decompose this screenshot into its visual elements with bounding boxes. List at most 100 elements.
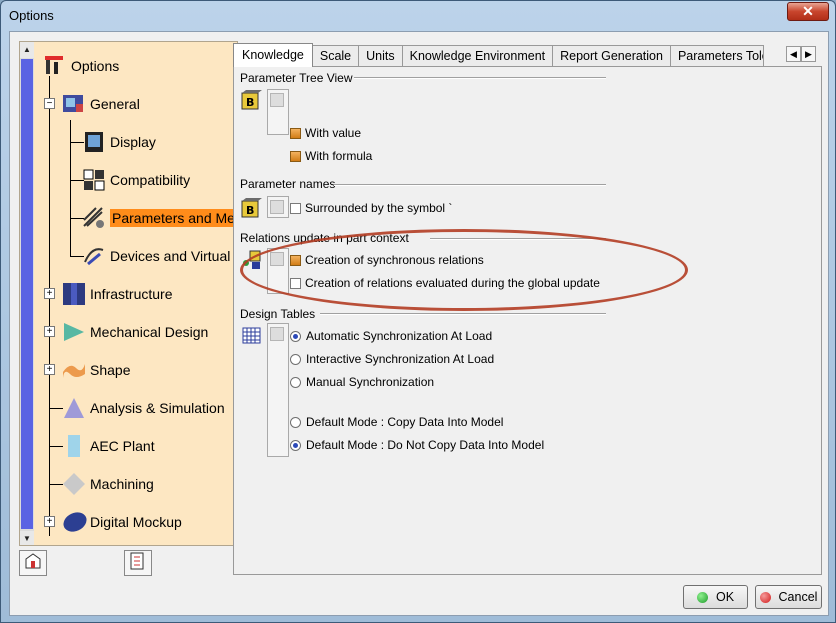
display-icon <box>82 130 106 154</box>
options-tree: ▲ ▼ Options − General Display Compatibil… <box>19 41 238 546</box>
aec-plant-icon <box>62 434 86 458</box>
scroll-up-icon[interactable]: ▲ <box>20 42 34 58</box>
tree-label-analysis: Analysis & Simulation <box>90 400 225 416</box>
tree-item-infrastructure[interactable]: Infrastructure <box>62 282 172 306</box>
compatibility-icon <box>82 168 106 192</box>
tree-settings-button[interactable] <box>124 550 152 576</box>
option-surrounded-symbol[interactable]: Surrounded by the symbol ` <box>290 199 452 217</box>
tab-knowledge[interactable]: Knowledge <box>233 43 313 67</box>
design-table-icon <box>241 325 263 347</box>
option-auto-sync[interactable]: Automatic Synchronization At Load <box>290 327 492 345</box>
svg-text:B: B <box>246 96 254 109</box>
cancel-label: Cancel <box>778 590 818 604</box>
tree-label-compatibility: Compatibility <box>110 172 191 188</box>
tree-root[interactable]: Options <box>43 54 119 78</box>
home-tree-icon <box>25 553 41 569</box>
scroll-down-icon[interactable]: ▼ <box>20 531 34 545</box>
tree-item-analysis[interactable]: Analysis & Simulation <box>62 396 225 420</box>
checkbox-with-formula[interactable] <box>290 150 301 162</box>
shape-icon <box>62 358 86 382</box>
option-with-value[interactable]: With value <box>290 124 361 142</box>
title-bar: Options ✕ <box>1 1 835 31</box>
group-title-names: Parameter names <box>240 177 336 191</box>
option-no-copy-data[interactable]: Default Mode : Do Not Copy Data Into Mod… <box>290 436 544 454</box>
tree-item-general[interactable]: General <box>62 92 140 116</box>
digital-mockup-icon <box>62 510 87 534</box>
tab-parameters-tolerance[interactable]: Parameters Toler <box>669 45 764 67</box>
tree-label-display: Display <box>110 134 156 150</box>
option-column <box>267 323 289 457</box>
tab-report-generation[interactable]: Report Generation <box>552 45 671 67</box>
tree-connector <box>49 484 63 485</box>
option-copy-data[interactable]: Default Mode : Copy Data Into Model <box>290 413 503 431</box>
tree-label-devices: Devices and Virtual F <box>110 248 238 264</box>
tree-item-shape[interactable]: Shape <box>62 358 130 382</box>
tree-label-general: General <box>90 96 140 112</box>
radio-no-copy-data[interactable] <box>290 439 301 451</box>
tree-connector <box>49 408 63 409</box>
expand-shape-icon[interactable]: + <box>44 364 55 375</box>
tab-scale[interactable]: Scale <box>311 45 360 67</box>
label-interactive-sync: Interactive Synchronization At Load <box>306 352 495 366</box>
lock-toggle-icon[interactable] <box>270 93 284 107</box>
radio-interactive-sync[interactable] <box>290 353 301 365</box>
tree-label-infrastructure: Infrastructure <box>90 286 173 302</box>
tree-label-mechanical-design: Mechanical Design <box>90 324 209 340</box>
lock-toggle-icon[interactable] <box>270 327 284 341</box>
window-title: Options <box>9 8 54 23</box>
ok-button[interactable]: OK <box>683 585 748 609</box>
svg-text:B: B <box>246 204 254 217</box>
expand-general-icon[interactable]: − <box>44 98 55 109</box>
tree-connector <box>49 446 63 447</box>
tab-knowledge-environment[interactable]: Knowledge Environment <box>401 45 554 67</box>
infrastructure-icon <box>62 282 86 306</box>
tree-label-digital-mockup: Digital Mockup <box>90 514 182 530</box>
scrollbar-thumb[interactable] <box>21 59 33 529</box>
tree-item-digital-mockup[interactable]: Digital Mockup <box>62 510 182 534</box>
options-icon <box>43 54 67 78</box>
tab-units[interactable]: Units <box>358 45 403 67</box>
tab-strip: Knowledge Scale Units Knowledge Environm… <box>233 43 764 67</box>
option-with-formula[interactable]: With formula <box>290 147 372 165</box>
radio-copy-data[interactable] <box>290 416 301 428</box>
tab-scroll-left-icon[interactable]: ◀ <box>786 46 801 62</box>
expand-mechanical-icon[interactable]: + <box>44 326 55 337</box>
tree-item-compatibility[interactable]: Compatibility <box>82 168 190 192</box>
options-window: Options ✕ ▲ ▼ Options − General Display … <box>0 0 836 623</box>
cancel-dot-icon <box>759 591 771 603</box>
cancel-button[interactable]: Cancel <box>755 585 822 609</box>
option-manual-sync[interactable]: Manual Synchronization <box>290 373 434 391</box>
tree-item-display[interactable]: Display <box>82 130 156 154</box>
lock-toggle-icon[interactable] <box>270 200 284 214</box>
dialog-body: ▲ ▼ Options − General Display Compatibil… <box>9 31 829 616</box>
radio-auto-sync[interactable] <box>290 330 301 342</box>
checkbox-with-value[interactable] <box>290 127 301 139</box>
tab-scroll-right-icon[interactable]: ▶ <box>801 46 816 62</box>
parameters-icon <box>82 206 106 230</box>
tree-trunk-line <box>49 76 50 536</box>
tree-options-icon <box>130 552 144 570</box>
label-with-formula: With formula <box>305 149 373 163</box>
tree-scrollbar[interactable]: ▲ ▼ <box>20 42 34 545</box>
tree-item-mechanical-design[interactable]: Mechanical Design <box>62 320 208 344</box>
label-copy-data: Default Mode : Copy Data Into Model <box>306 415 504 429</box>
tree-item-parameters[interactable]: Parameters and Mea <box>82 206 237 230</box>
tree-item-devices[interactable]: Devices and Virtual F <box>82 244 238 268</box>
option-interactive-sync[interactable]: Interactive Synchronization At Load <box>290 350 494 368</box>
expand-infrastructure-icon[interactable]: + <box>44 288 55 299</box>
label-surrounded-symbol: Surrounded by the symbol ` <box>305 201 453 215</box>
names-icon: B <box>241 197 263 219</box>
group-separator <box>354 77 606 79</box>
radio-manual-sync[interactable] <box>290 376 301 388</box>
tree-item-aec-plant[interactable]: AEC Plant <box>62 434 155 458</box>
tree-branch-line <box>70 120 71 257</box>
analysis-icon <box>62 396 86 420</box>
label-no-copy-data: Default Mode : Do Not Copy Data Into Mod… <box>306 438 545 452</box>
checkbox-surrounded-symbol[interactable] <box>290 202 301 214</box>
close-button[interactable]: ✕ <box>787 2 829 21</box>
tree-view-icon: B <box>241 89 263 111</box>
tree-item-machining[interactable]: Machining <box>62 472 154 496</box>
tree-home-button[interactable] <box>19 550 47 576</box>
expand-digital-mockup-icon[interactable]: + <box>44 516 55 527</box>
machining-icon <box>62 472 86 496</box>
